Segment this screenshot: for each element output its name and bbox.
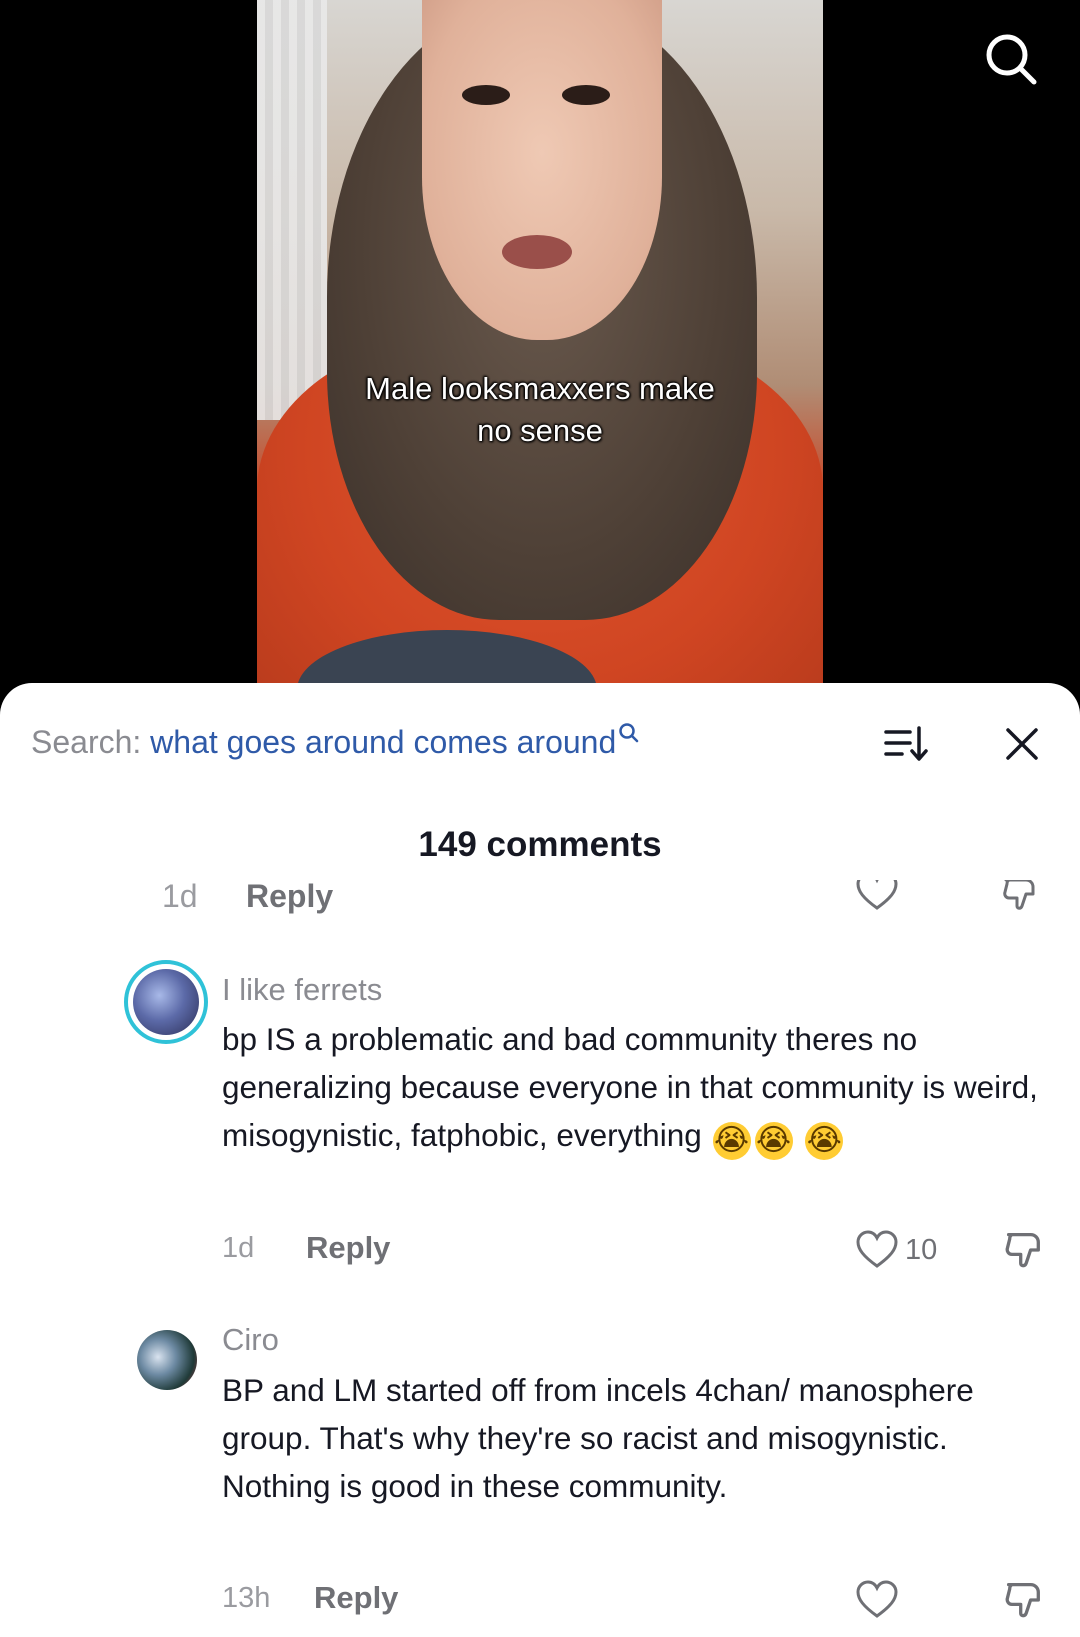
video-caption-line-1: Male looksmaxxers make: [365, 371, 715, 406]
dislike-icon[interactable]: [1000, 880, 1040, 914]
search-icon[interactable]: [982, 30, 1042, 90]
comment-count-title: 149 comments: [418, 825, 662, 864]
avatar-image: [133, 969, 199, 1035]
search-prefix-label: Search:: [31, 724, 142, 760]
heart-icon[interactable]: [855, 1580, 899, 1620]
loudly-crying-emoji: 😭: [712, 1122, 751, 1160]
search-query-link[interactable]: what goes around comes around: [150, 724, 616, 760]
comment-search-link[interactable]: Search: what goes around comes around: [31, 722, 640, 762]
avatar[interactable]: [137, 1330, 197, 1390]
video-player[interactable]: Male looksmaxxers make no sense: [0, 0, 1080, 720]
comment-text-container: bp IS a problematic and bad community th…: [222, 1015, 1042, 1160]
avatar[interactable]: [124, 960, 208, 1044]
loudly-crying-emoji: 😭: [805, 1122, 844, 1160]
like-count: 10: [905, 1234, 938, 1266]
video-background-curtain: [257, 0, 327, 420]
heart-icon[interactable]: [855, 880, 899, 912]
clipped-comment-time: 1d: [162, 880, 198, 914]
clipped-reply-button[interactable]: Reply: [246, 880, 333, 912]
reply-button[interactable]: Reply: [314, 1580, 398, 1616]
video-subject-mouth: [502, 235, 572, 269]
video-caption: Male looksmaxxers make no sense: [257, 368, 823, 452]
comment-text: bp IS a problematic and bad community th…: [222, 1021, 1038, 1153]
clipped-comment-meta: 1d Reply: [0, 880, 1080, 916]
heart-icon[interactable]: [855, 1230, 899, 1270]
comment-time: 1d: [222, 1232, 255, 1264]
dislike-icon[interactable]: [1002, 1578, 1046, 1622]
comment-text: BP and LM started off from incels 4chan/…: [222, 1372, 974, 1504]
video-subject-eye-left: [462, 85, 510, 105]
screen: Male looksmaxxers make no sense Search: …: [0, 0, 1080, 1637]
sort-icon[interactable]: [880, 722, 930, 766]
close-icon[interactable]: [1000, 722, 1044, 766]
dislike-icon[interactable]: [1002, 1228, 1046, 1272]
reply-button[interactable]: Reply: [306, 1230, 390, 1266]
loudly-crying-emoji: 😭: [754, 1122, 793, 1160]
comment-username[interactable]: I like ferrets: [222, 972, 382, 1008]
video-subject-eye-right: [562, 85, 610, 105]
search-mini-icon: [619, 723, 639, 743]
comment-username[interactable]: Ciro: [222, 1322, 279, 1358]
video-caption-line-2: no sense: [477, 413, 603, 448]
video-subject-face: [422, 0, 662, 340]
video-frame[interactable]: [257, 0, 823, 700]
comment-time: 13h: [222, 1582, 271, 1614]
